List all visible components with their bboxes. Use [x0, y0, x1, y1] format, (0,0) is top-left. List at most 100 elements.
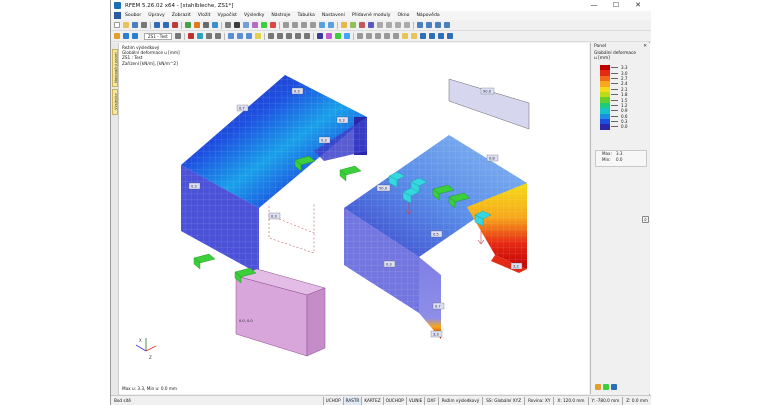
- clipping-icon[interactable]: [444, 22, 450, 28]
- results-icon[interactable]: [194, 22, 200, 28]
- results-previous-icon[interactable]: [123, 33, 129, 39]
- snap-toggle[interactable]: UCHOP: [322, 396, 343, 405]
- support-display-icon[interactable]: [334, 33, 341, 39]
- zoom-icon[interactable]: ⌕: [642, 216, 649, 223]
- results-next-icon[interactable]: [132, 33, 138, 39]
- menu-results[interactable]: Výsledky: [244, 13, 264, 18]
- menu-insert[interactable]: Vložit: [198, 13, 211, 18]
- redo-icon[interactable]: [163, 22, 169, 28]
- menu-view[interactable]: Zobrazit: [172, 13, 191, 18]
- view-front-icon[interactable]: [267, 33, 274, 39]
- view-back-icon[interactable]: [276, 33, 283, 39]
- maximize-button[interactable]: ☐: [605, 0, 627, 11]
- color-legend[interactable]: 3.3 3.0 2.7 2.4 2.1 1.8 1.5 1.2 0.9 0.6 0.3 0.0: [600, 65, 642, 130]
- measure-icon[interactable]: [356, 33, 363, 39]
- filter-icon[interactable]: [435, 22, 441, 28]
- results-on-icon[interactable]: [114, 33, 120, 39]
- deformation-scale-icon[interactable]: [187, 33, 194, 39]
- view-top-icon[interactable]: [303, 33, 310, 39]
- view-x-icon[interactable]: [292, 22, 298, 28]
- animation-icon[interactable]: [196, 33, 203, 39]
- export-icon[interactable]: [428, 33, 435, 39]
- solid-block[interactable]: [235, 268, 326, 357]
- view-y-icon[interactable]: [301, 22, 307, 28]
- isolines-icon[interactable]: [236, 33, 243, 39]
- menu-table[interactable]: Tabulka: [297, 13, 314, 18]
- left-sheet-member[interactable]: [181, 75, 367, 274]
- solid-display-icon[interactable]: [325, 33, 332, 39]
- layers-icon[interactable]: [417, 22, 423, 28]
- close-button[interactable]: ✕: [627, 0, 649, 11]
- loadcase-select[interactable]: ZS1 - Test: [144, 32, 172, 40]
- undo-icon[interactable]: [154, 22, 160, 28]
- calculate-icon[interactable]: [185, 22, 191, 28]
- highlight-icon[interactable]: [401, 33, 408, 39]
- tab-results[interactable]: Výsledky: [112, 89, 118, 115]
- axis-icon[interactable]: [316, 33, 323, 39]
- info-icon[interactable]: [410, 33, 417, 39]
- help-icon[interactable]: [446, 33, 453, 39]
- guidelines-toggle[interactable]: VLINIE: [405, 396, 424, 405]
- menu-calculate[interactable]: Vypočíst: [217, 13, 236, 18]
- zoom-all-icon[interactable]: [319, 22, 325, 28]
- filter-tab-icon[interactable]: [611, 384, 617, 390]
- view-left-icon[interactable]: [285, 33, 292, 39]
- menu-tools[interactable]: Nástroje: [271, 13, 290, 18]
- settings-icon[interactable]: [419, 33, 426, 39]
- report-icon[interactable]: [437, 33, 444, 39]
- select-icon[interactable]: [365, 33, 372, 39]
- move-icon[interactable]: [374, 33, 381, 39]
- line-icon[interactable]: [234, 22, 240, 28]
- color-scale-tab-icon[interactable]: [595, 384, 601, 390]
- tab-navigator[interactable]: Navigační panel: [112, 49, 118, 87]
- support-icon[interactable]: [261, 22, 267, 28]
- delete-icon[interactable]: [172, 22, 178, 28]
- panel-close-icon[interactable]: ✕: [643, 43, 647, 51]
- grid-toggle[interactable]: RASTR: [342, 396, 362, 405]
- model-canvas[interactable]: X Z 0.3 0.7 0.3 0.3 0.3 90.0 50.0 0.8 0.…: [119, 43, 589, 394]
- cartesian-toggle[interactable]: KARTEZ: [361, 396, 382, 405]
- extremes-icon[interactable]: [214, 33, 221, 39]
- deformation-icon[interactable]: [359, 22, 365, 28]
- object-snap-toggle[interactable]: OUCHOP: [382, 396, 406, 405]
- menu-options[interactable]: Nastavení: [322, 13, 345, 18]
- menu-addons[interactable]: Přídavné moduly: [352, 13, 391, 18]
- dxf-toggle[interactable]: DXF: [424, 396, 438, 405]
- values-icon[interactable]: [205, 33, 212, 39]
- 3d-viewport[interactable]: X Z 0.3 0.7 0.3 0.3 0.3 90.0 50.0 0.8 0.…: [119, 43, 589, 394]
- save-icon[interactable]: [132, 22, 138, 28]
- menu-help[interactable]: Nápověda: [416, 13, 439, 18]
- open-folder-icon[interactable]: [123, 22, 129, 28]
- dropdown-icon[interactable]: [174, 33, 181, 39]
- isobands-icon[interactable]: [245, 33, 252, 39]
- snap-icon[interactable]: [404, 22, 410, 28]
- visibility-icon[interactable]: [426, 22, 432, 28]
- view-z-icon[interactable]: [310, 22, 316, 28]
- surface-results-icon[interactable]: [227, 33, 234, 39]
- new-file-icon[interactable]: [114, 22, 120, 28]
- dimension-icon[interactable]: [377, 22, 383, 28]
- view-iso-icon[interactable]: [283, 22, 289, 28]
- section-icon[interactable]: [368, 22, 374, 28]
- surface-icon[interactable]: [243, 22, 249, 28]
- comment-icon[interactable]: [386, 22, 392, 28]
- grid-icon[interactable]: [395, 22, 401, 28]
- print-icon[interactable]: [141, 22, 147, 28]
- menu-file[interactable]: Soubor: [125, 13, 141, 18]
- load-icon[interactable]: [270, 22, 276, 28]
- loose-panel[interactable]: [448, 78, 530, 130]
- menu-window[interactable]: Okno: [397, 13, 409, 18]
- mesh-icon[interactable]: [343, 33, 350, 39]
- minimize-button[interactable]: —: [583, 0, 605, 11]
- rotate-icon[interactable]: [383, 33, 390, 39]
- model-data-icon[interactable]: [212, 22, 218, 28]
- table-icon[interactable]: [203, 22, 209, 28]
- color-scale-icon[interactable]: [254, 33, 261, 39]
- view-right-icon[interactable]: [294, 33, 301, 39]
- menu-app-icon[interactable]: [114, 12, 121, 19]
- render-icon[interactable]: [341, 22, 347, 28]
- wireframe-icon[interactable]: [350, 22, 356, 28]
- node-icon[interactable]: [225, 22, 231, 28]
- menu-edit[interactable]: Úpravy: [148, 13, 164, 18]
- solid-icon[interactable]: [252, 22, 258, 28]
